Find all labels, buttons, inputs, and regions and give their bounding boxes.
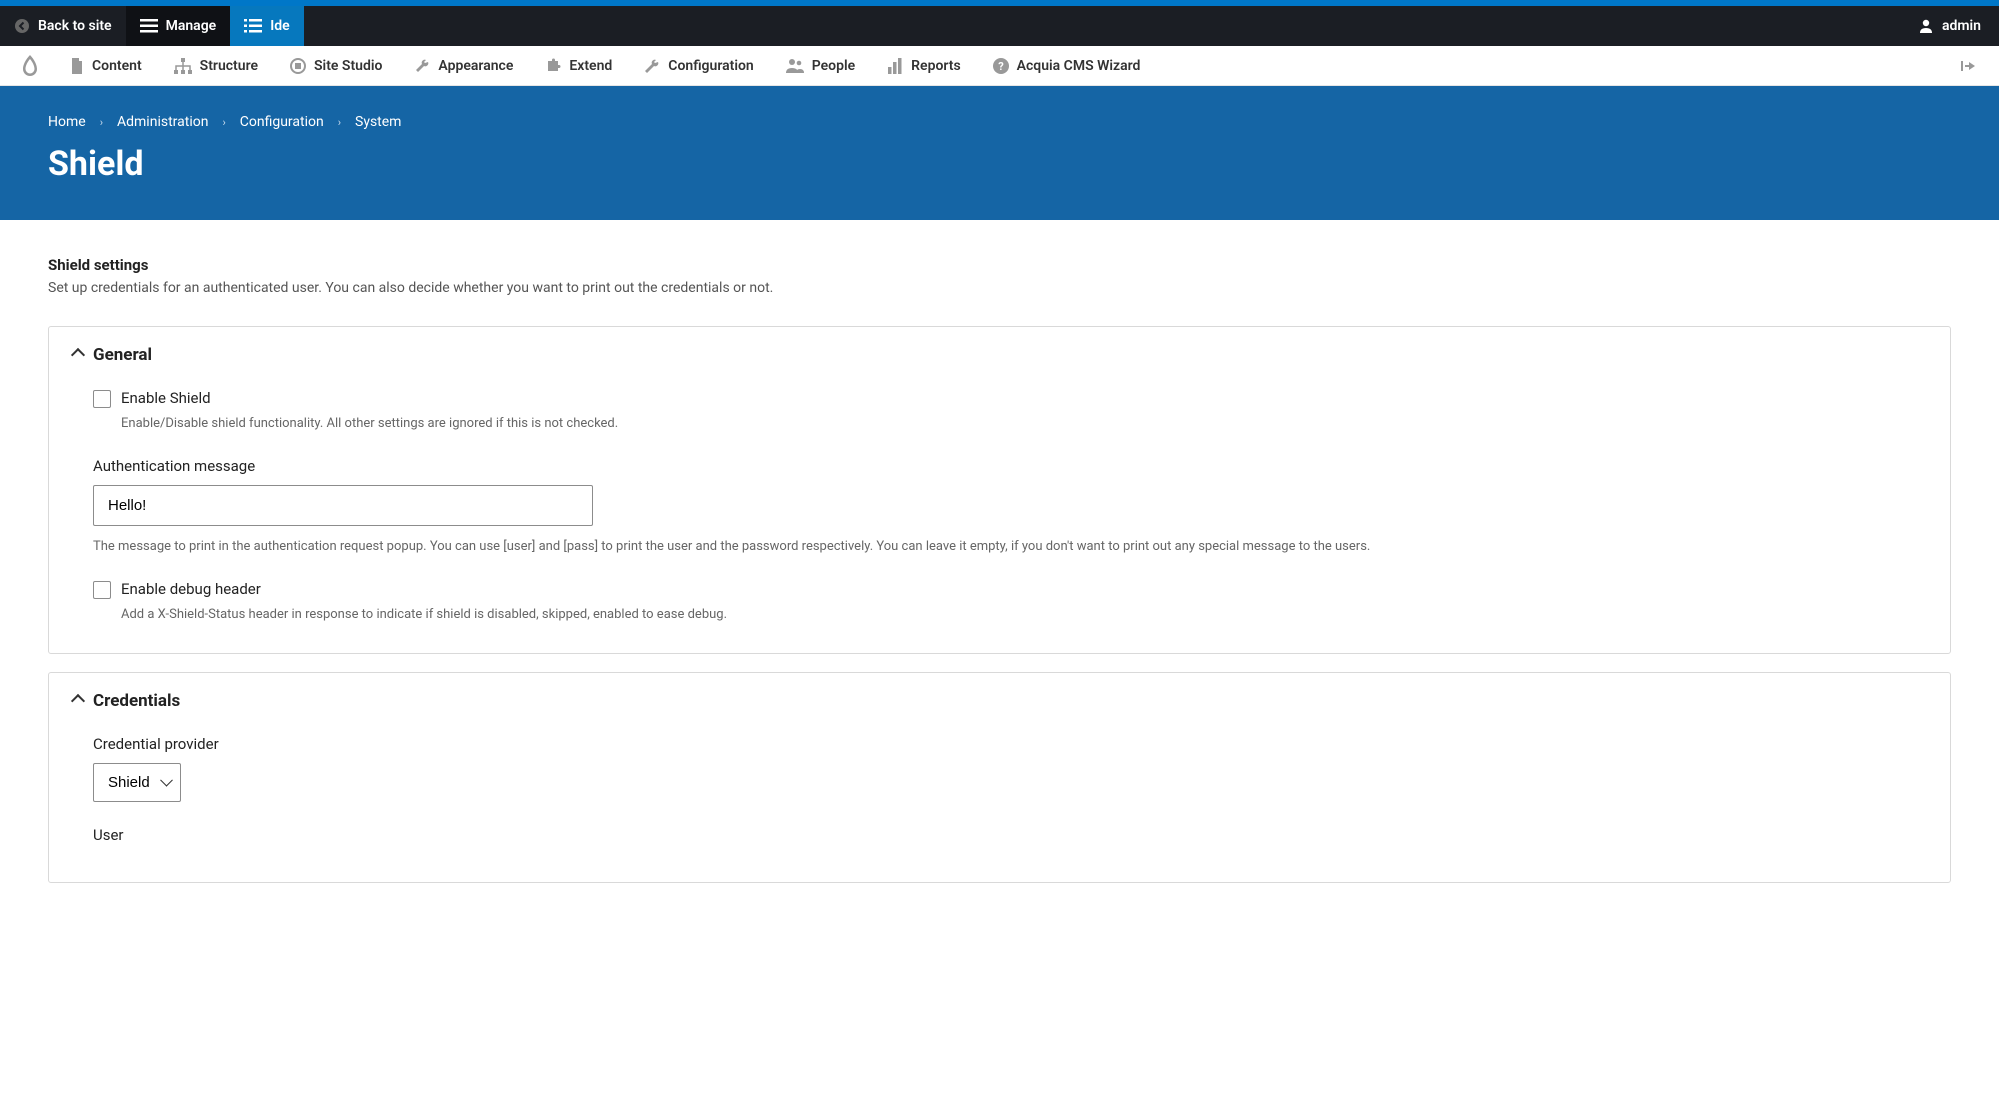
- legend-label: Credentials: [93, 691, 180, 711]
- menu-configuration[interactable]: Configuration: [630, 46, 767, 85]
- ide-label: Ide: [270, 18, 289, 34]
- menu-label: Site Studio: [314, 58, 382, 74]
- menu-label: Acquia CMS Wizard: [1017, 58, 1141, 74]
- svg-text:?: ?: [998, 60, 1004, 73]
- menu-structure[interactable]: Structure: [160, 46, 272, 85]
- menu-label: Appearance: [438, 58, 513, 74]
- user-label: admin: [1942, 18, 1981, 34]
- back-to-site-button[interactable]: Back to site: [0, 6, 126, 46]
- manage-button[interactable]: Manage: [126, 6, 231, 46]
- user-label: User: [93, 826, 1926, 844]
- credential-provider-label: Credential provider: [93, 735, 1926, 753]
- collapse-toggle[interactable]: [1961, 59, 1991, 73]
- breadcrumb-link[interactable]: System: [355, 114, 401, 130]
- legend-label: General: [93, 345, 152, 365]
- help-icon: ?: [993, 58, 1009, 74]
- credential-provider-select[interactable]: Shield: [93, 763, 181, 802]
- breadcrumb-sep: ›: [338, 116, 341, 129]
- ide-button[interactable]: Ide: [230, 6, 303, 46]
- menu-people[interactable]: People: [772, 46, 869, 85]
- user-icon: [1918, 18, 1934, 34]
- menu-label: Configuration: [668, 58, 753, 74]
- enable-shield-checkbox[interactable]: [93, 390, 111, 408]
- breadcrumb-sep: ›: [100, 116, 103, 129]
- document-icon: [70, 58, 84, 74]
- site-studio-icon: [290, 58, 306, 74]
- menu-acquia-wizard[interactable]: ? Acquia CMS Wizard: [979, 46, 1155, 85]
- drupal-icon: [20, 55, 40, 77]
- chevron-up-icon: [71, 348, 85, 362]
- page-header: Home › Administration › Configuration › …: [0, 86, 1999, 220]
- list-icon: [244, 19, 262, 33]
- breadcrumb-sep: ›: [222, 116, 225, 129]
- people-icon: [786, 58, 804, 74]
- menu-label: Structure: [200, 58, 258, 74]
- back-icon: [14, 18, 30, 34]
- debug-header-desc: Add a X-Shield-Status header in response…: [121, 606, 727, 624]
- settings-desc: Set up credentials for an authenticated …: [48, 280, 1951, 296]
- menu-label: Extend: [569, 58, 612, 74]
- wrench-icon: [644, 58, 660, 74]
- auth-message-label: Authentication message: [93, 457, 1926, 475]
- drupal-logo[interactable]: [8, 46, 52, 85]
- menu-label: People: [812, 58, 855, 74]
- breadcrumb: Home › Administration › Configuration › …: [48, 114, 1951, 130]
- fieldset-toggle-general[interactable]: General: [73, 345, 1926, 365]
- enable-shield-label: Enable Shield: [121, 389, 618, 407]
- breadcrumb-link[interactable]: Administration: [117, 114, 208, 130]
- breadcrumb-link[interactable]: Home: [48, 114, 86, 130]
- back-label: Back to site: [38, 18, 112, 34]
- debug-header-checkbox[interactable]: [93, 581, 111, 599]
- menu-extend[interactable]: Extend: [531, 46, 626, 85]
- page-title: Shield: [48, 144, 1951, 184]
- menu-appearance[interactable]: Appearance: [400, 46, 527, 85]
- admin-menu: Content Structure Site Studio Appearance…: [0, 46, 1999, 86]
- breadcrumb-link[interactable]: Configuration: [240, 114, 324, 130]
- debug-header-label: Enable debug header: [121, 580, 727, 598]
- fieldset-general: General Enable Shield Enable/Disable shi…: [48, 326, 1951, 654]
- fieldset-credentials: Credentials Credential provider Shield U…: [48, 672, 1951, 883]
- menu-reports[interactable]: Reports: [873, 46, 975, 85]
- menu-content[interactable]: Content: [56, 46, 156, 85]
- menu-site-studio[interactable]: Site Studio: [276, 46, 396, 85]
- auth-message-input[interactable]: [93, 485, 593, 526]
- bar-chart-icon: [887, 58, 903, 74]
- menu-label: Content: [92, 58, 142, 74]
- collapse-icon: [1961, 59, 1977, 73]
- puzzle-icon: [545, 58, 561, 74]
- structure-icon: [174, 58, 192, 74]
- toolbar: Back to site Manage Ide admin: [0, 6, 1999, 46]
- user-menu[interactable]: admin: [1900, 6, 1999, 46]
- wrench-icon: [414, 58, 430, 74]
- content: Shield settings Set up credentials for a…: [0, 220, 1999, 937]
- fieldset-toggle-credentials[interactable]: Credentials: [73, 691, 1926, 711]
- hamburger-icon: [140, 19, 158, 33]
- enable-shield-desc: Enable/Disable shield functionality. All…: [121, 415, 618, 433]
- auth-message-desc: The message to print in the authenticati…: [93, 538, 1926, 556]
- chevron-up-icon: [71, 693, 85, 707]
- manage-label: Manage: [166, 18, 217, 34]
- settings-title: Shield settings: [48, 256, 1951, 274]
- menu-label: Reports: [911, 58, 961, 74]
